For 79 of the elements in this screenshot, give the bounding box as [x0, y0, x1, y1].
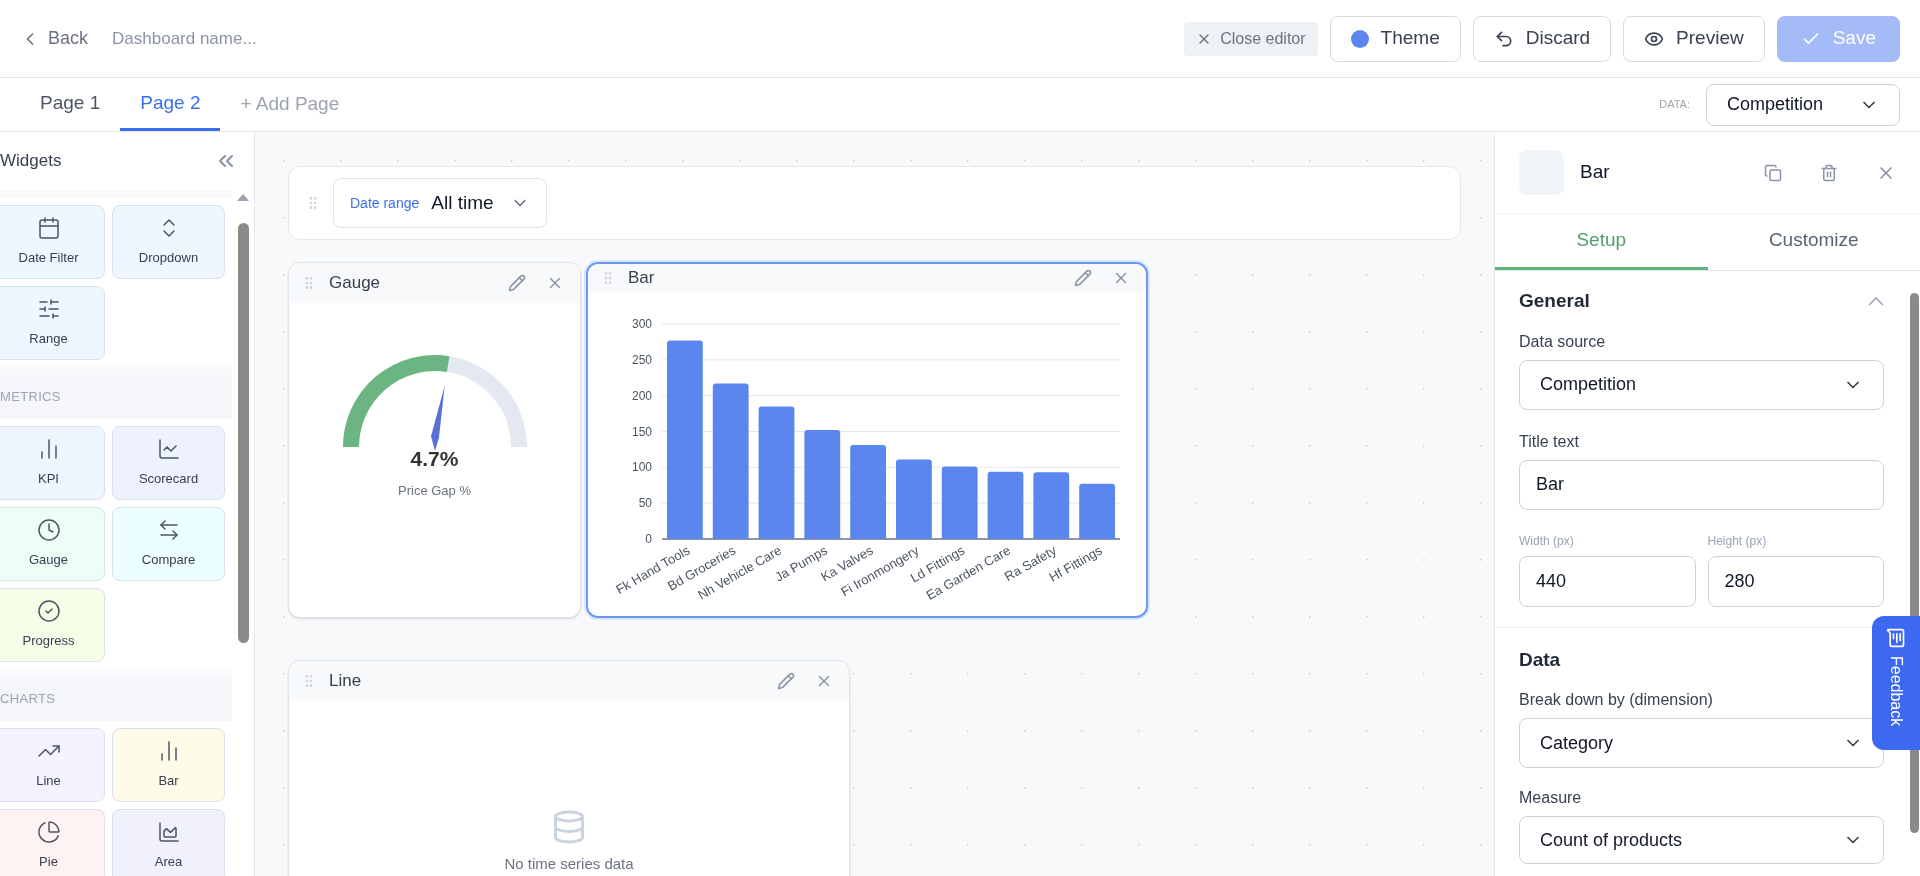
field-label: Height (px): [1707, 532, 1768, 550]
section-heading: General: [1519, 289, 1590, 313]
trash-icon: [1820, 163, 1838, 182]
copy-icon: [1764, 163, 1782, 182]
pencil-icon: [777, 672, 795, 690]
title-input[interactable]: Bar: [1519, 459, 1884, 510]
widget-tile[interactable]: Bar: [112, 728, 225, 802]
page-tab[interactable]: Page 2: [120, 78, 221, 131]
feedback-tab[interactable]: Feedback: [1872, 616, 1920, 750]
height-input[interactable]: 280: [1707, 555, 1884, 607]
theme-button[interactable]: Theme: [1329, 15, 1461, 62]
widget-tile[interactable]: Pie: [0, 809, 105, 876]
feedback-icon: [1886, 628, 1906, 648]
clock-icon: [36, 518, 61, 543]
field-label: Measure: [1519, 788, 1583, 808]
discard-button[interactable]: Discard: [1472, 15, 1612, 62]
data-select[interactable]: Competition: [1706, 83, 1900, 126]
bar: [1033, 472, 1070, 539]
empty-message: No time series data: [504, 854, 634, 874]
back-button[interactable]: Back: [20, 25, 89, 52]
preview-button[interactable]: Preview: [1623, 15, 1765, 62]
pencil-icon: [1074, 269, 1092, 287]
pie-chart-icon: [36, 820, 61, 845]
widget-tile[interactable]: KPI: [0, 426, 105, 500]
data-label: DATA:: [1659, 97, 1690, 113]
bar: [987, 471, 1024, 539]
inspector-tab[interactable]: Customize: [1707, 214, 1920, 270]
section-heading: Data: [1519, 647, 1562, 672]
axis-tick-label: 50: [638, 496, 652, 511]
line-chart-icon: [156, 437, 181, 462]
date-range-filter[interactable]: Date range All time: [333, 178, 547, 228]
check-circle-icon: [36, 599, 61, 624]
chevron-up-icon: [1868, 296, 1884, 306]
widget-tile[interactable]: Dropdown: [112, 205, 225, 279]
field-label: Width (px): [1519, 532, 1575, 550]
axis-tick-label: 250: [631, 352, 652, 367]
breakdown-select[interactable]: Category: [1519, 718, 1884, 768]
widget-tile[interactable]: Range: [0, 286, 105, 360]
axis-tick-label: 200: [631, 388, 652, 403]
close-editor-button[interactable]: Close editor: [1184, 21, 1318, 56]
measure-select[interactable]: Count of products: [1519, 816, 1884, 864]
dashboard-name-field[interactable]: Dashboard name...: [112, 25, 413, 52]
axis-tick-label: 150: [631, 424, 652, 439]
page-tab[interactable]: Page 1: [20, 78, 121, 131]
widget-tile[interactable]: Gauge: [0, 507, 105, 581]
section-heading: METRICS: [0, 388, 61, 407]
widget-tile[interactable]: Area: [112, 809, 225, 876]
database-icon: [551, 809, 587, 845]
widget-tile[interactable]: Date Filter: [0, 205, 105, 279]
section-heading: CHARTS: [0, 690, 56, 709]
delete-button[interactable]: [1820, 163, 1838, 182]
widget-title: Gauge: [329, 272, 381, 295]
sliders-icon: [36, 297, 61, 322]
bar: [1079, 483, 1115, 539]
undo-icon: [1493, 28, 1514, 49]
gauge-caption: Price Gap %: [398, 481, 471, 500]
widget-title: Bar: [628, 267, 655, 290]
field-label: Title text: [1519, 431, 1580, 452]
inspector-title: Bar: [1580, 160, 1610, 185]
area-chart-icon: [156, 820, 181, 845]
pencil-icon: [508, 274, 526, 292]
widget-tile[interactable]: Line: [0, 728, 105, 802]
calendar-icon: [36, 216, 61, 241]
sidebar-title: Widgets: [0, 150, 62, 173]
data-source-select[interactable]: Competition: [1519, 359, 1884, 410]
duplicate-button[interactable]: [1764, 163, 1782, 182]
field-label: Data source: [1519, 331, 1607, 352]
collapse-section-button[interactable]: [1868, 296, 1884, 306]
axis-tick-label: 0: [645, 532, 652, 546]
scrollbar-thumb[interactable]: [237, 223, 249, 643]
field-label: Break down by (dimension): [1519, 690, 1714, 710]
widget-tile[interactable]: Scorecard: [112, 426, 225, 500]
widget-tile[interactable]: Progress: [0, 588, 105, 662]
widget-tile[interactable]: Compare: [112, 507, 225, 581]
width-input[interactable]: 440: [1519, 555, 1696, 607]
axis-tick-label: 300: [631, 317, 652, 331]
gauge-value: 4.7%: [410, 446, 459, 472]
widget-title: Line: [329, 670, 362, 693]
axis-tick-label: 100: [631, 460, 652, 475]
